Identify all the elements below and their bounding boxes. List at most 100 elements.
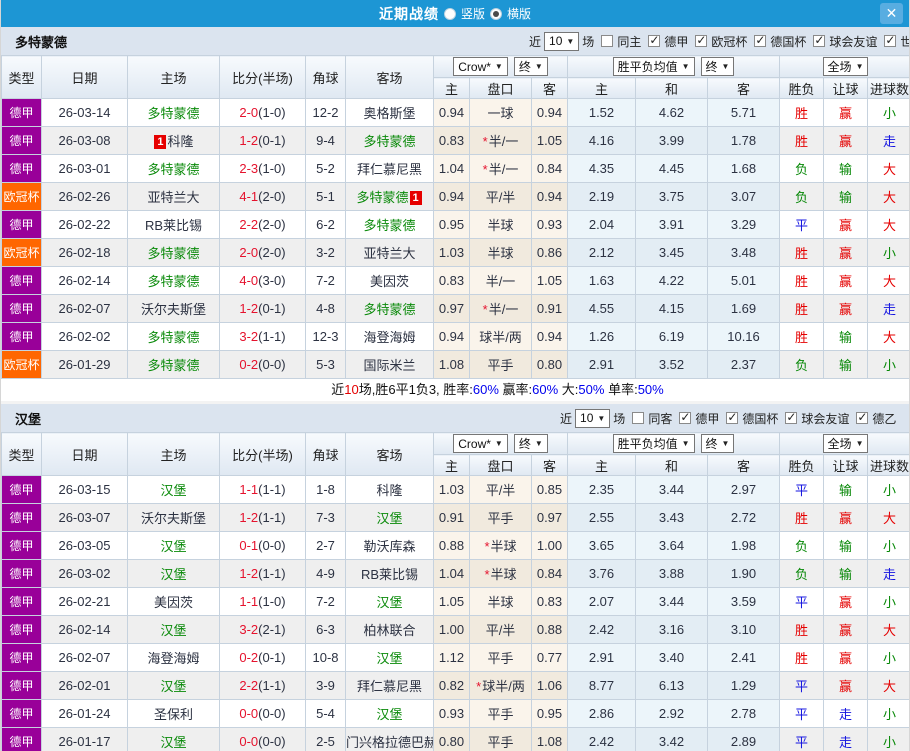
bookmaker-select[interactable]: Crow*▼ — [453, 57, 508, 76]
corner-count: 5-2 — [306, 155, 346, 183]
away-team-name[interactable]: 柏林联合 — [363, 623, 415, 638]
league-filter-checkbox[interactable] — [754, 35, 766, 47]
league-badge: 欧冠杯 — [2, 351, 42, 379]
result-handicap: 赢 — [824, 267, 868, 295]
away-team-name[interactable]: 奥格斯堡 — [363, 106, 415, 121]
fulltime-select[interactable]: 全场▼ — [823, 57, 869, 76]
home-team-name[interactable]: 多特蒙德 — [147, 106, 199, 121]
home-team-cell: 多特蒙德 — [128, 323, 220, 351]
away-team-name[interactable]: 门兴格拉德巴赫 — [346, 735, 434, 750]
away-team-cell: 勒沃库森 — [346, 532, 434, 560]
odds-final-select[interactable]: 终▼ — [514, 57, 548, 76]
league-filter-checkbox[interactable] — [695, 35, 707, 47]
avg-draw: 3.88 — [636, 560, 708, 588]
home-team-name[interactable]: 多特蒙德 — [147, 246, 199, 261]
home-team-name[interactable]: 科隆 — [167, 134, 193, 149]
col-header-result-handicap: 让球 — [824, 455, 868, 476]
same-venue-label[interactable]: 同主 — [617, 33, 641, 50]
away-team-name[interactable]: 多特蒙德 — [356, 190, 408, 205]
match-row: 德甲26-03-15汉堡1-1(1-1)1-8科隆1.03平/半0.852.35… — [2, 476, 910, 504]
fulltime-select[interactable]: 全场▼ — [823, 434, 869, 453]
league-filter-label[interactable]: 球会友谊 — [829, 33, 877, 50]
home-team-name[interactable]: 汉堡 — [160, 679, 186, 694]
league-filter-label[interactable]: 德国杯 — [770, 33, 806, 50]
result-wdl: 负 — [780, 183, 824, 211]
match-count-select[interactable]: 10▼ — [575, 409, 610, 428]
same-venue-checkbox[interactable] — [601, 35, 613, 47]
league-filter-checkbox[interactable] — [856, 412, 868, 424]
away-team-name[interactable]: 海登海姆 — [363, 330, 415, 345]
corner-count: 7-2 — [306, 267, 346, 295]
away-team-name[interactable]: 国际米兰 — [363, 358, 415, 373]
league-filter-checkbox[interactable] — [884, 35, 896, 47]
home-team-name[interactable]: 多特蒙德 — [147, 274, 199, 289]
bookmaker-select[interactable]: Crow*▼ — [453, 434, 508, 453]
home-team-name[interactable]: 沃尔夫斯堡 — [141, 511, 206, 526]
home-team-name[interactable]: 汉堡 — [160, 483, 186, 498]
odds-final-select[interactable]: 终▼ — [514, 434, 548, 453]
same-venue-label[interactable]: 同客 — [648, 410, 672, 427]
close-button[interactable]: ✕ — [880, 3, 903, 24]
vertical-radio[interactable] — [444, 8, 456, 20]
avg-home: 2.19 — [568, 183, 636, 211]
league-filter-label[interactable]: 德甲 — [695, 410, 719, 427]
avg-select[interactable]: 胜平负均值▼ — [613, 434, 695, 453]
league-filter-checkbox[interactable] — [648, 35, 660, 47]
avg-away: 1.29 — [708, 672, 780, 700]
league-filter-label[interactable]: 德乙 — [872, 410, 896, 427]
away-team-name[interactable]: 汉堡 — [376, 511, 402, 526]
home-team-name[interactable]: 多特蒙德 — [147, 358, 199, 373]
avg-final-select[interactable]: 终▼ — [701, 57, 735, 76]
away-team-name[interactable]: 多特蒙德 — [363, 218, 415, 233]
away-team-name[interactable]: 美因茨 — [370, 274, 409, 289]
league-filter-label[interactable]: 德甲 — [664, 33, 688, 50]
match-count-select[interactable]: 10▼ — [544, 32, 579, 51]
home-team-name[interactable]: 沃尔夫斯堡 — [141, 302, 206, 317]
half-time-score: (3-0) — [258, 273, 285, 288]
away-team-name[interactable]: 汉堡 — [376, 651, 402, 666]
home-team-name[interactable]: RB莱比锡 — [145, 218, 202, 233]
half-time-score: (1-0) — [258, 105, 285, 120]
home-team-name[interactable]: 美因茨 — [154, 595, 193, 610]
avg-final-select[interactable]: 终▼ — [701, 434, 735, 453]
league-filter-label[interactable]: 欧冠杯 — [711, 33, 747, 50]
league-filter-label[interactable]: 德国杯 — [742, 410, 778, 427]
same-venue-checkbox[interactable] — [632, 412, 644, 424]
away-team-name[interactable]: 汉堡 — [376, 707, 402, 722]
home-team-name[interactable]: 多特蒙德 — [147, 330, 199, 345]
horizontal-radio[interactable] — [490, 8, 502, 20]
home-team-name[interactable]: 圣保利 — [154, 707, 193, 722]
horizontal-radio-label[interactable]: 横版 — [507, 5, 531, 22]
home-team-name[interactable]: 汉堡 — [160, 623, 186, 638]
avg-draw: 4.45 — [636, 155, 708, 183]
league-filter-label[interactable]: 世俱杯 — [900, 33, 910, 50]
away-team-name[interactable]: 亚特兰大 — [363, 246, 415, 261]
league-filter-checkbox[interactable] — [679, 412, 691, 424]
odds-away: 0.86 — [532, 239, 568, 267]
col-header-corner: 角球 — [306, 56, 346, 99]
league-filter-label[interactable]: 球会友谊 — [801, 410, 849, 427]
league-filter-checkbox[interactable] — [813, 35, 825, 47]
league-filter-checkbox[interactable] — [726, 412, 738, 424]
result-wdl: 胜 — [780, 644, 824, 672]
away-team-name[interactable]: 多特蒙德 — [363, 134, 415, 149]
col-header-avg-away: 客 — [708, 78, 780, 99]
avg-select[interactable]: 胜平负均值▼ — [613, 57, 695, 76]
home-team-name[interactable]: 海登海姆 — [147, 651, 199, 666]
league-filter-checkbox[interactable] — [785, 412, 797, 424]
away-team-name[interactable]: 勒沃库森 — [363, 539, 415, 554]
away-team-name[interactable]: RB莱比锡 — [361, 567, 418, 582]
away-team-name[interactable]: 科隆 — [376, 483, 402, 498]
home-team-name[interactable]: 汉堡 — [160, 567, 186, 582]
home-team-name[interactable]: 亚特兰大 — [147, 190, 199, 205]
vertical-radio-label[interactable]: 竖版 — [461, 5, 485, 22]
away-team-cell: RB莱比锡 — [346, 560, 434, 588]
away-team-name[interactable]: 拜仁慕尼黑 — [357, 162, 422, 177]
home-team-name[interactable]: 多特蒙德 — [147, 162, 199, 177]
away-team-name[interactable]: 拜仁慕尼黑 — [357, 679, 422, 694]
home-team-name[interactable]: 汉堡 — [160, 735, 186, 750]
league-badge: 德甲 — [2, 672, 42, 700]
home-team-name[interactable]: 汉堡 — [160, 539, 186, 554]
away-team-name[interactable]: 汉堡 — [376, 595, 402, 610]
away-team-name[interactable]: 多特蒙德 — [363, 302, 415, 317]
